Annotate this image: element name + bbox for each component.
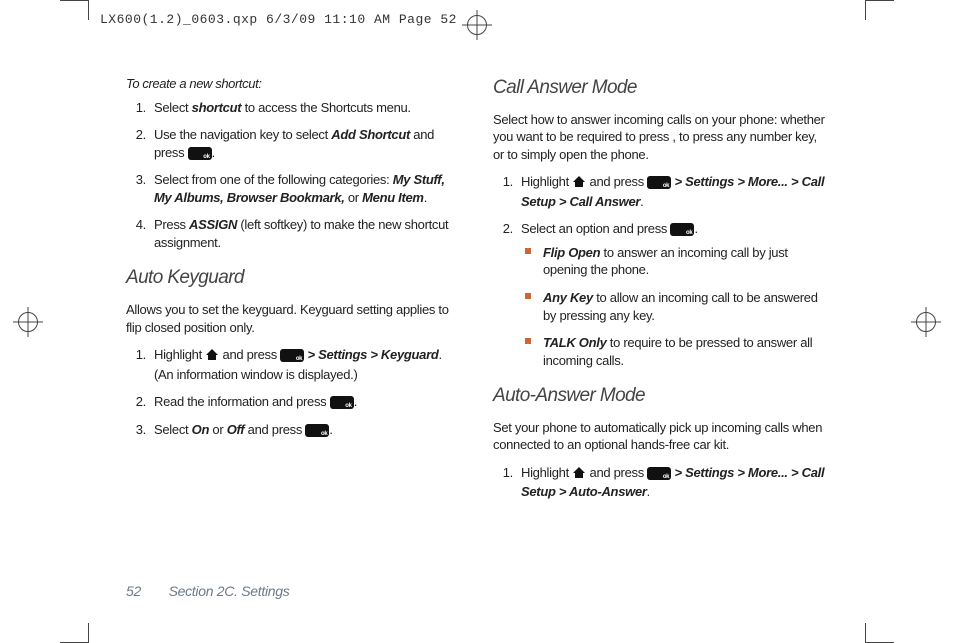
home-icon bbox=[572, 466, 586, 484]
call-answer-steps: 1. Highlight and press > Settings > More… bbox=[493, 173, 828, 369]
ok-key-icon bbox=[330, 396, 354, 409]
step-text: Highlight bbox=[521, 465, 572, 480]
list-item: 1. Highlight and press > Settings > More… bbox=[517, 173, 828, 210]
crop-mark bbox=[866, 0, 894, 1]
page-content: To create a new shortcut: 1. Select shor… bbox=[126, 75, 828, 595]
emphasis: Any Key bbox=[543, 290, 593, 305]
list-item: 3. Select from one of the following cate… bbox=[150, 171, 461, 206]
auto-keyguard-steps: 1. Highlight and press > Settings > Keyg… bbox=[126, 346, 461, 438]
step-text: . bbox=[647, 484, 650, 499]
auto-answer-steps: 1. Highlight and press > Settings > More… bbox=[493, 464, 828, 501]
list-item: 1. Highlight and press > Settings > More… bbox=[517, 464, 828, 501]
auto-keyguard-desc: Allows you to set the keyguard. Keyguard… bbox=[126, 301, 461, 336]
emphasis: shortcut bbox=[192, 100, 242, 115]
emphasis: TALK Only bbox=[543, 335, 607, 350]
step-text: Select an option and press bbox=[521, 221, 670, 236]
home-icon bbox=[572, 175, 586, 193]
registration-target bbox=[18, 312, 38, 332]
emphasis: Flip Open bbox=[543, 245, 600, 260]
shortcut-steps: 1. Select shortcut to access the Shortcu… bbox=[126, 99, 461, 252]
emphasis: Menu Item bbox=[362, 190, 424, 205]
step-text: . bbox=[329, 422, 332, 437]
step-text: . bbox=[354, 394, 357, 409]
step-text: . bbox=[424, 190, 427, 205]
step-number: 2. bbox=[128, 126, 146, 144]
ok-key-icon bbox=[670, 223, 694, 236]
list-item: Flip Open to answer an incoming call by … bbox=[539, 244, 828, 279]
auto-answer-desc: Set your phone to automatically pick up … bbox=[493, 419, 828, 454]
step-number: 3. bbox=[128, 171, 146, 189]
heading-auto-keyguard: Auto Keyguard bbox=[126, 265, 461, 291]
step-number: 3. bbox=[128, 421, 146, 439]
step-number: 1. bbox=[128, 99, 146, 117]
step-number: 2. bbox=[495, 220, 513, 238]
list-item: 2. Use the navigation key to select Add … bbox=[150, 126, 461, 161]
step-text: Highlight bbox=[521, 174, 572, 189]
list-item: 4. Press ASSIGN (left softkey) to make t… bbox=[150, 216, 461, 251]
step-text: Highlight bbox=[154, 347, 205, 362]
step-number: 4. bbox=[128, 216, 146, 234]
home-icon bbox=[205, 348, 219, 366]
step-number: 1. bbox=[495, 173, 513, 191]
step-text: Use the navigation key to select bbox=[154, 127, 331, 142]
registration-target bbox=[916, 312, 936, 332]
crop-mark bbox=[865, 0, 866, 20]
crop-mark bbox=[865, 623, 866, 643]
step-number: 1. bbox=[495, 464, 513, 482]
ok-key-icon bbox=[188, 147, 212, 160]
page-footer: 52 Section 2C. Settings bbox=[126, 583, 289, 599]
left-column: To create a new shortcut: 1. Select shor… bbox=[126, 75, 461, 595]
step-text: Select bbox=[154, 422, 192, 437]
call-answer-options: Flip Open to answer an incoming call by … bbox=[521, 244, 828, 369]
list-item: 2. Select an option and press . Flip Ope… bbox=[517, 220, 828, 369]
registration-target bbox=[467, 15, 487, 35]
shortcut-intro: To create a new shortcut: bbox=[126, 75, 461, 93]
list-item: 1. Highlight and press > Settings > Keyg… bbox=[150, 346, 461, 383]
crop-mark bbox=[60, 0, 88, 1]
step-text: Select bbox=[154, 100, 192, 115]
crop-mark bbox=[88, 623, 89, 643]
step-number: 2. bbox=[128, 393, 146, 411]
list-item: 2. Read the information and press . bbox=[150, 393, 461, 411]
ok-key-icon bbox=[280, 349, 304, 362]
step-text: . bbox=[694, 221, 697, 236]
ok-key-icon bbox=[305, 424, 329, 437]
emphasis: ASSIGN bbox=[189, 217, 237, 232]
step-text: Press bbox=[154, 217, 189, 232]
emphasis: On bbox=[192, 422, 209, 437]
emphasis: Add Shortcut bbox=[331, 127, 410, 142]
step-number: 1. bbox=[128, 346, 146, 364]
crop-mark bbox=[88, 0, 89, 20]
page-number: 52 bbox=[126, 583, 141, 599]
step-text: Select from one of the following categor… bbox=[154, 172, 393, 187]
step-text: to access the Shortcuts menu. bbox=[241, 100, 410, 115]
emphasis: Off bbox=[227, 422, 248, 437]
heading-auto-answer: Auto-Answer Mode bbox=[493, 383, 828, 409]
document-slug: LX600(1.2)_0603.qxp 6/3/09 11:10 AM Page… bbox=[100, 12, 457, 27]
list-item: 1. Select shortcut to access the Shortcu… bbox=[150, 99, 461, 117]
ok-key-icon bbox=[647, 467, 671, 480]
step-text: . bbox=[212, 145, 215, 160]
step-text: . bbox=[640, 194, 643, 209]
step-text: and press bbox=[586, 174, 647, 189]
bullet-icon bbox=[525, 338, 531, 344]
emphasis: > Settings > Keyguard bbox=[304, 347, 438, 362]
list-item: 3. Select On or Off and press . bbox=[150, 421, 461, 439]
list-item: Any Key to allow an incoming call to be … bbox=[539, 289, 828, 324]
section-label: Section 2C. Settings bbox=[169, 583, 290, 599]
bullet-icon bbox=[525, 293, 531, 299]
right-column: Call Answer Mode Select how to answer in… bbox=[493, 75, 828, 595]
call-answer-desc: Select how to answer incoming calls on y… bbox=[493, 111, 828, 164]
step-text: and press bbox=[248, 422, 306, 437]
list-item: TALK Only to require to be pressed to an… bbox=[539, 334, 828, 369]
heading-call-answer: Call Answer Mode bbox=[493, 75, 828, 101]
step-text: and press bbox=[586, 465, 647, 480]
step-text: or bbox=[209, 422, 227, 437]
step-text: and press bbox=[219, 347, 280, 362]
bullet-icon bbox=[525, 248, 531, 254]
step-text: or bbox=[345, 190, 363, 205]
ok-key-icon bbox=[647, 176, 671, 189]
step-text: Read the information and press bbox=[154, 394, 330, 409]
